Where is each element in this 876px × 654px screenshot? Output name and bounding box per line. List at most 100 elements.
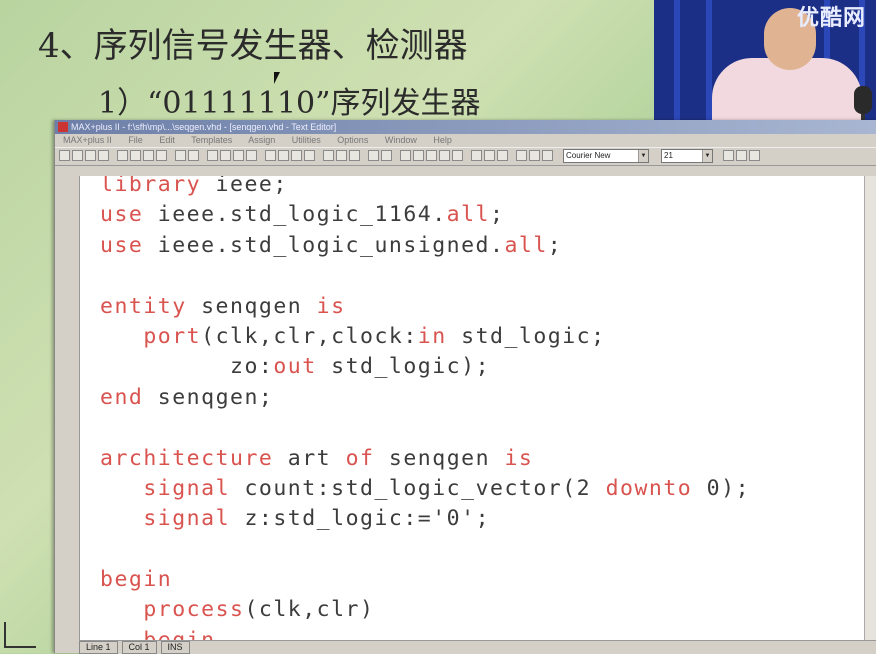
- open-file-icon[interactable]: [72, 150, 83, 161]
- chevron-down-icon: ▼: [702, 150, 712, 162]
- menu-utilities[interactable]: Utilities: [292, 135, 321, 145]
- menu-window[interactable]: Window: [385, 135, 417, 145]
- menu-assign[interactable]: Assign: [248, 135, 275, 145]
- code-keyword: use: [100, 202, 144, 228]
- code-keyword: signal: [143, 506, 231, 532]
- chevron-down-icon: ▼: [638, 150, 648, 162]
- code-keyword: end: [100, 384, 144, 410]
- toolbar: Courier New ▼ 21 ▼: [55, 147, 876, 166]
- code-line: architecture art of senqgen is: [100, 444, 750, 474]
- menu-bar: MAX+plus II File Edit Templates Assign U…: [55, 134, 876, 147]
- code-text: ieee.std_logic_1164.: [143, 202, 447, 228]
- code-text: (clk,clr,clock:: [201, 323, 418, 349]
- vertical-scrollbar[interactable]: [864, 176, 876, 640]
- code-keyword: is: [504, 445, 534, 471]
- print-icon[interactable]: [98, 150, 109, 161]
- waveform-icon[interactable]: [323, 150, 334, 161]
- window-title-bar[interactable]: MAX+plus II - f:\sfh\mp\...\seqgen.vhd -…: [55, 120, 876, 134]
- project-save-icon[interactable]: [278, 150, 289, 161]
- copy-icon[interactable]: [130, 150, 141, 161]
- code-line: end senqgen;: [100, 383, 750, 413]
- timing-icon[interactable]: [233, 150, 244, 161]
- size-select-value: 21: [664, 151, 673, 160]
- menu-maxplus[interactable]: MAX+plus II: [63, 135, 112, 145]
- code-text: ;: [547, 232, 563, 258]
- code-text: 0);: [692, 475, 751, 501]
- new-file-icon[interactable]: [59, 150, 70, 161]
- paste-icon[interactable]: [143, 150, 154, 161]
- replace-icon[interactable]: [381, 150, 392, 161]
- code-keyword: port: [143, 323, 202, 349]
- undo-icon[interactable]: [156, 150, 167, 161]
- tool8-icon[interactable]: [497, 150, 508, 161]
- align-left-icon[interactable]: [723, 150, 734, 161]
- code-text: z:std_logic:='0';: [230, 506, 491, 532]
- code-keyword: is: [316, 293, 346, 319]
- help-icon[interactable]: [175, 150, 186, 161]
- tool11-icon[interactable]: [542, 150, 553, 161]
- code-keyword: of: [345, 445, 375, 471]
- code-line: port(clk,clr,clock:in std_logic;: [100, 322, 750, 352]
- menu-help[interactable]: Help: [433, 135, 452, 145]
- simulator-icon[interactable]: [220, 150, 231, 161]
- outdent-icon[interactable]: [749, 150, 760, 161]
- code-text: ieee;: [201, 176, 288, 197]
- code-text: count:std_logic_vector(2: [230, 475, 606, 501]
- code-keyword: process: [143, 597, 245, 623]
- code-text: senqgen;: [143, 384, 274, 410]
- code-text: std_logic;: [446, 323, 606, 349]
- menu-options[interactable]: Options: [337, 135, 368, 145]
- tool5-icon[interactable]: [452, 150, 463, 161]
- tool6-icon[interactable]: [471, 150, 482, 161]
- save-icon[interactable]: [85, 150, 96, 161]
- menu-file[interactable]: File: [128, 135, 143, 145]
- indent-icon[interactable]: [736, 150, 747, 161]
- font-select[interactable]: Courier New ▼: [563, 149, 649, 163]
- tool7-icon[interactable]: [484, 150, 495, 161]
- floorplan-icon[interactable]: [265, 150, 276, 161]
- slide-heading: 4、序列信号发生器、检测器: [38, 26, 468, 66]
- code-keyword: all: [446, 202, 491, 228]
- menu-edit[interactable]: Edit: [159, 135, 175, 145]
- compiler-icon[interactable]: [207, 150, 218, 161]
- tool4-icon[interactable]: [439, 150, 450, 161]
- code-keyword: in: [417, 323, 447, 349]
- hierarchy-icon[interactable]: [188, 150, 199, 161]
- tool2-icon[interactable]: [413, 150, 424, 161]
- code-text: zo:: [100, 354, 274, 380]
- tool1-icon[interactable]: [400, 150, 411, 161]
- find-icon[interactable]: [368, 150, 379, 161]
- cut-icon[interactable]: [117, 150, 128, 161]
- symbol-icon[interactable]: [336, 150, 347, 161]
- code-keyword: begin: [143, 628, 215, 640]
- text-editor[interactable]: library ieee; use ieee.std_logic_1164.all…: [79, 176, 866, 640]
- menu-templates[interactable]: Templates: [191, 135, 232, 145]
- code-keyword: use: [100, 232, 144, 258]
- status-bar: Line 1 Col 1 INS: [79, 640, 876, 654]
- app-icon[interactable]: [58, 122, 68, 132]
- text-icon[interactable]: [349, 150, 360, 161]
- code-line: library ieee;: [100, 176, 750, 200]
- status-line: Line 1: [79, 641, 118, 654]
- project-check-icon[interactable]: [291, 150, 302, 161]
- programmer-icon[interactable]: [246, 150, 257, 161]
- code-text: senqgen: [186, 293, 317, 319]
- tool10-icon[interactable]: [529, 150, 540, 161]
- code-line: use ieee.std_logic_1164.all;: [100, 200, 750, 230]
- tool3-icon[interactable]: [426, 150, 437, 161]
- vhdl-code[interactable]: library ieee; use ieee.std_logic_1164.all…: [100, 176, 750, 640]
- tool9-icon[interactable]: [516, 150, 527, 161]
- window-title: MAX+plus II - f:\sfh\mp\...\seqgen.vhd -…: [71, 122, 337, 132]
- code-keyword: begin: [100, 567, 173, 593]
- font-select-value: Courier New: [566, 151, 611, 160]
- code-text: art: [273, 445, 346, 471]
- code-keyword: all: [504, 232, 548, 258]
- project-compile-icon[interactable]: [304, 150, 315, 161]
- code-keyword: downto: [605, 475, 693, 501]
- size-select[interactable]: 21 ▼: [661, 149, 713, 163]
- code-keyword: entity: [100, 293, 187, 319]
- code-text: (clk,clr): [244, 597, 375, 623]
